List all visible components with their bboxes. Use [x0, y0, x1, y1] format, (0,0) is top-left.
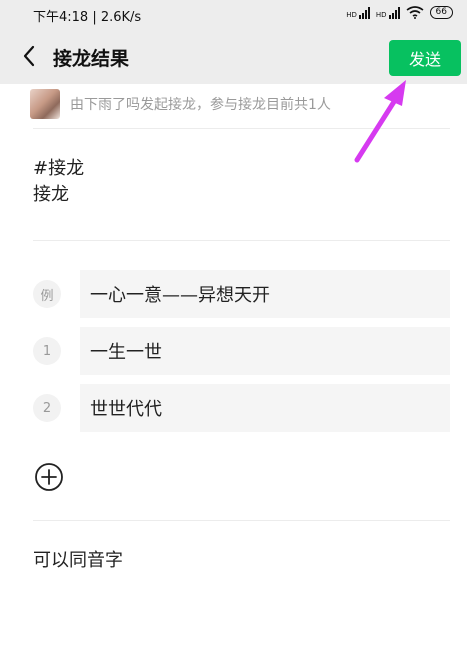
status-time-speed: 下午4:18 | 2.6K/s: [33, 10, 142, 25]
entry-number: 2: [33, 394, 61, 422]
entry-input[interactable]: 一心一意——异想天开: [80, 270, 450, 318]
wifi-icon: [406, 6, 424, 19]
list-item: 例 一心一意——异想天开: [33, 270, 450, 318]
battery-indicator: 66: [429, 6, 453, 19]
signal-label-2: HD: [375, 10, 387, 19]
topic-text[interactable]: #接龙 接龙: [33, 156, 84, 208]
divider: [33, 240, 450, 241]
avatar: [30, 89, 60, 119]
entry-number: 1: [33, 337, 61, 365]
list-item: 1 一生一世: [33, 327, 450, 375]
signal-icon-2: HD: [375, 6, 400, 19]
divider: [33, 520, 450, 521]
entry-number: 例: [33, 280, 61, 308]
entry-input[interactable]: 一生一世: [80, 327, 450, 375]
entry-input[interactable]: 世世代代: [80, 384, 450, 432]
topic-line-2: 接龙: [33, 184, 69, 205]
initiator-info: 由下雨了吗发起接龙，参与接龙目前共1人: [30, 88, 450, 120]
plus-circle-icon[interactable]: [34, 462, 64, 492]
send-button[interactable]: 发送: [389, 40, 461, 76]
signal-label: HD: [346, 10, 357, 19]
note-text[interactable]: 可以同音字: [33, 546, 123, 572]
page-title: 接龙结果: [53, 48, 130, 70]
initiator-text: 由下雨了吗发起接龙，参与接龙目前共1人: [70, 97, 331, 113]
list-item: 2 世世代代: [33, 384, 450, 432]
status-bar: 下午4:18 | 2.6K/s HD HD 66: [0, 0, 467, 30]
chevron-left-icon[interactable]: [18, 42, 42, 70]
divider: [33, 128, 450, 129]
top-bar: 接龙结果 发送: [0, 30, 467, 84]
status-icons: HD HD 66: [346, 6, 453, 19]
topic-line-1: #接龙: [33, 158, 85, 179]
signal-icon: HD: [346, 6, 370, 19]
